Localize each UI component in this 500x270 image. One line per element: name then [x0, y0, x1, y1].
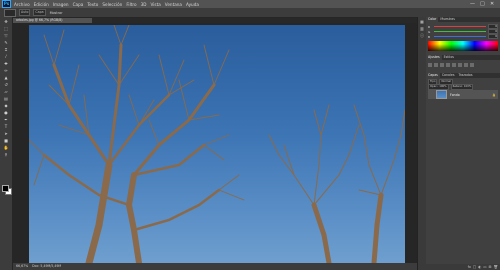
- slider-blue: B 0: [428, 33, 498, 40]
- lock-icon: 🔒: [492, 92, 496, 97]
- tab-layers[interactable]: Capas: [426, 73, 440, 78]
- levels-icon[interactable]: [434, 63, 438, 67]
- new-layer-icon[interactable]: ⊞: [489, 265, 492, 269]
- trash-icon[interactable]: 🗑: [494, 265, 498, 269]
- menu-items: Archivo Edición Imagen Capa Texto Selecc…: [14, 2, 203, 7]
- shape-tool-icon[interactable]: ■: [3, 139, 9, 143]
- layer-filter-row: Tipo Normal: [428, 79, 498, 85]
- fx-icon[interactable]: fx: [468, 265, 471, 269]
- auto-select-field[interactable]: Auto: [19, 9, 31, 16]
- properties-panel-icon[interactable]: ▥: [420, 27, 425, 31]
- adjustment-layer-icon[interactable]: ◐: [478, 265, 481, 269]
- color-sliders: R 0 G 0 B 0: [426, 22, 500, 40]
- tab-swatches[interactable]: Muestras: [438, 17, 457, 22]
- adjustment-icons: [428, 63, 498, 69]
- layers-tabs: Capas Canales Trazados: [426, 73, 500, 78]
- blur-tool-icon[interactable]: ◆: [3, 104, 9, 108]
- menu-bar: Ps Archivo Edición Imagen Capa Texto Sel…: [0, 0, 500, 8]
- stamp-tool-icon[interactable]: ▲: [3, 76, 9, 80]
- foreground-color-swatch[interactable]: [2, 185, 9, 192]
- menu-type[interactable]: Texto: [87, 2, 98, 7]
- close-button[interactable]: ✕: [490, 0, 494, 8]
- info-panel-icon[interactable]: ⓘ: [420, 34, 425, 38]
- gradient-tool-icon[interactable]: ▤: [3, 97, 9, 101]
- menu-3d[interactable]: 3D: [141, 2, 147, 7]
- exposure-icon[interactable]: [446, 63, 450, 67]
- adjustments-tabs: Ajustes Estilos: [426, 55, 500, 60]
- eraser-tool-icon[interactable]: ▱: [3, 90, 9, 94]
- slider-green-label: G: [428, 29, 431, 34]
- layer-row-background[interactable]: Fondo 🔒: [428, 90, 498, 99]
- healing-tool-icon[interactable]: ✚: [3, 62, 9, 66]
- group-icon[interactable]: ▭: [483, 265, 486, 269]
- status-bar: 66,67% Doc: 5,49M/5,49M: [13, 263, 417, 270]
- menu-view[interactable]: Vista: [150, 2, 160, 7]
- curves-icon[interactable]: [440, 63, 444, 67]
- minimize-button[interactable]: —: [470, 0, 475, 8]
- path-select-tool-icon[interactable]: ➤: [3, 132, 9, 136]
- tab-adjustments[interactable]: Ajustes: [426, 55, 442, 60]
- menu-filter[interactable]: Filtro: [126, 2, 136, 7]
- tools-panel: ✥ ⬚ ➰ ✎ ⌗ ⁄ ✚ ✏ ▲ ↺ ▱ ▤ ◆ ● ✒ T ➤ ■ ✋ ⚲: [0, 17, 13, 270]
- color-spectrum[interactable]: [428, 41, 498, 51]
- menu-image[interactable]: Imagen: [53, 2, 69, 7]
- vibrance-icon[interactable]: [452, 63, 456, 67]
- slider-blue-value[interactable]: 0: [488, 33, 498, 40]
- brightness-icon[interactable]: [428, 63, 432, 67]
- doc-info: Doc: 5,49M/5,49M: [32, 264, 62, 268]
- zoom-level[interactable]: 66,67%: [16, 264, 28, 268]
- tab-styles[interactable]: Estilos: [442, 55, 456, 60]
- quick-select-tool-icon[interactable]: ✎: [3, 41, 9, 45]
- layer-name: Fondo: [450, 92, 460, 97]
- brush-tool-icon[interactable]: ✏: [3, 69, 9, 73]
- menu-edit[interactable]: Edición: [34, 2, 49, 7]
- canvas-workspace: [13, 23, 417, 263]
- eyedropper-tool-icon[interactable]: ⁄: [3, 55, 9, 59]
- slider-red-label: R: [428, 24, 431, 29]
- maximize-button[interactable]: □: [480, 0, 485, 8]
- slider-red-track[interactable]: [434, 25, 486, 28]
- tab-color[interactable]: Color: [426, 17, 439, 22]
- tree-branches-image: [29, 25, 405, 263]
- history-panel-icon[interactable]: ▦: [420, 20, 425, 24]
- layer-select-dropdown[interactable]: Capa: [33, 9, 46, 16]
- tab-paths[interactable]: Trazados: [457, 73, 475, 78]
- mask-icon[interactable]: □: [473, 265, 476, 269]
- photoshop-logo: Ps: [2, 0, 11, 8]
- tab-channels[interactable]: Canales: [440, 73, 457, 78]
- zoom-tool-icon[interactable]: ⚲: [3, 153, 9, 157]
- color-balance-icon[interactable]: [464, 63, 468, 67]
- slider-blue-track[interactable]: [434, 35, 486, 38]
- slider-blue-label: B: [428, 34, 431, 39]
- slider-green-track[interactable]: [434, 30, 486, 33]
- fill-field[interactable]: Relleno: 100%: [450, 84, 474, 90]
- black-white-icon[interactable]: [470, 63, 474, 67]
- right-panels: Color Muestras R 0 G 0 B 0 Ajustes Estil…: [426, 17, 500, 270]
- menu-help[interactable]: Ayuda: [186, 2, 199, 7]
- crop-tool-icon[interactable]: ⌗: [3, 48, 9, 52]
- marquee-tool-icon[interactable]: ⬚: [3, 27, 9, 31]
- type-tool-icon[interactable]: T: [3, 125, 9, 129]
- move-tool-icon[interactable]: ✥: [3, 20, 9, 24]
- menu-file[interactable]: Archivo: [14, 2, 30, 7]
- opacity-field[interactable]: Opac.: 100%: [428, 84, 449, 90]
- menu-select[interactable]: Selección: [102, 2, 122, 7]
- tool-preset-picker[interactable]: [4, 8, 16, 17]
- dodge-tool-icon[interactable]: ●: [3, 111, 9, 115]
- history-brush-tool-icon[interactable]: ↺: [3, 83, 9, 87]
- menu-window[interactable]: Ventana: [165, 2, 182, 7]
- layer-thumbnail: [436, 90, 447, 99]
- hand-tool-icon[interactable]: ✋: [3, 146, 9, 150]
- menu-layer[interactable]: Capa: [73, 2, 84, 7]
- hue-saturation-icon[interactable]: [458, 63, 462, 67]
- pen-tool-icon[interactable]: ✒: [3, 118, 9, 122]
- layers-footer: fx □ ◐ ▭ ⊞ 🗑: [426, 264, 500, 270]
- image-canvas[interactable]: [29, 25, 405, 263]
- show-transform-label[interactable]: Mostrar: [50, 11, 63, 15]
- lasso-tool-icon[interactable]: ➰: [3, 34, 9, 38]
- layer-opacity-row: Opac.: 100% Relleno: 100%: [428, 84, 498, 90]
